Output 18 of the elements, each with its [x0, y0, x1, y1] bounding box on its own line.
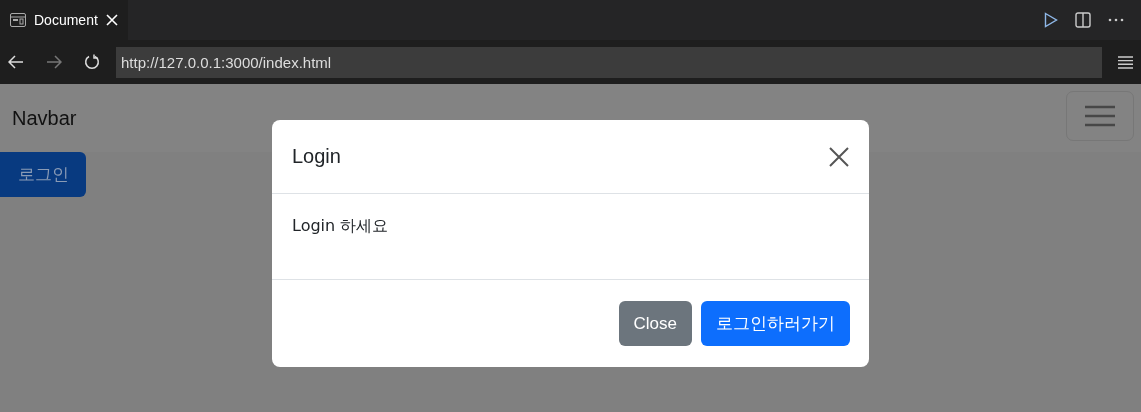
- more-icon[interactable]: [1108, 18, 1124, 22]
- login-button[interactable]: 로그인: [0, 152, 86, 197]
- dialog-title: Login: [292, 145, 341, 168]
- page-icon: [10, 13, 26, 27]
- play-icon[interactable]: [1044, 12, 1058, 28]
- navbar-brand[interactable]: Navbar: [12, 106, 77, 130]
- menu-toggle-button[interactable]: [1066, 91, 1134, 141]
- url-field[interactable]: http://127.0.0.1:3000/index.html: [116, 46, 1102, 78]
- menu-icon[interactable]: [1118, 55, 1133, 69]
- close-button[interactable]: Close: [618, 301, 692, 346]
- primary-button[interactable]: 로그인하러가기: [701, 301, 850, 346]
- close-icon[interactable]: [829, 146, 849, 167]
- reload-icon[interactable]: [84, 54, 100, 70]
- browser-tab[interactable]: Document: [0, 0, 128, 40]
- split-editor-icon[interactable]: [1075, 12, 1091, 28]
- menu-icon: [1085, 105, 1115, 127]
- dialog-message: Login 하세요: [292, 216, 389, 235]
- back-icon[interactable]: [8, 55, 24, 69]
